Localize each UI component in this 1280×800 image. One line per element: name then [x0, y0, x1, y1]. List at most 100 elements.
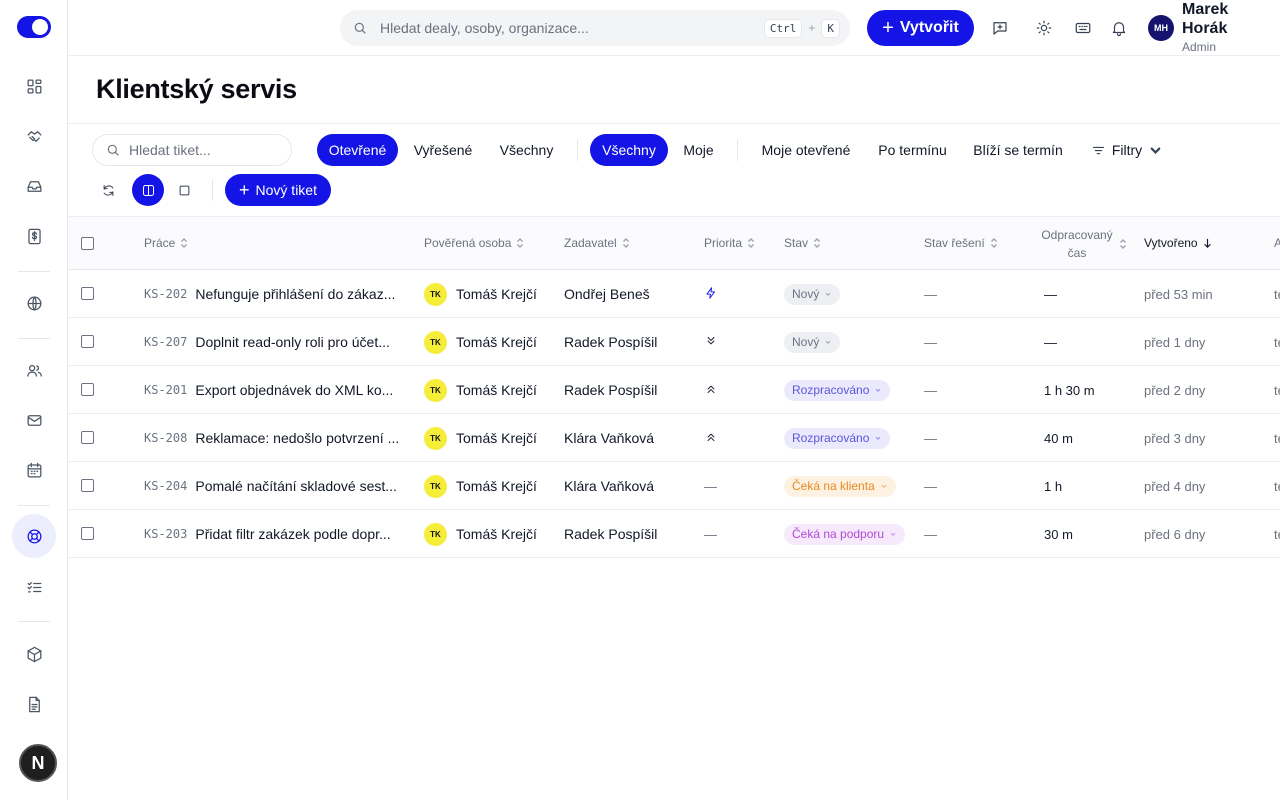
calendar-icon[interactable]: [17, 453, 51, 487]
ticket-title[interactable]: Doplnit read-only roli pro účet...: [195, 334, 401, 350]
assignee-cell[interactable]: TK Tomáš Krejčí: [424, 366, 559, 414]
requester-cell: Radek Pospíšil: [564, 318, 699, 366]
ticket-search-placeholder: Hledat tiket...: [129, 142, 211, 158]
row-checkbox[interactable]: [81, 287, 94, 300]
priority-cell[interactable]: [704, 366, 774, 414]
status-badge[interactable]: Rozpracováno: [784, 427, 891, 449]
tab-status-resolved[interactable]: Vyřešené: [402, 134, 484, 166]
priority-cell[interactable]: [704, 270, 774, 318]
create-button[interactable]: + Vytvořit: [867, 10, 974, 46]
column-header-status[interactable]: Stav: [784, 236, 821, 250]
box-icon[interactable]: [17, 637, 51, 671]
theme-sun-icon[interactable]: [1032, 16, 1056, 40]
document-icon[interactable]: [17, 687, 51, 721]
tab-owner-mine[interactable]: Moje: [672, 134, 725, 166]
priority-cell[interactable]: [704, 414, 774, 462]
ticket-title[interactable]: Pomalé načítání skladové sest...: [195, 478, 401, 494]
bell-icon[interactable]: [1107, 16, 1131, 40]
dashboard-icon[interactable]: [17, 69, 51, 103]
ticket-cell[interactable]: KS-201 Export objednávek do XML ko...: [144, 366, 414, 414]
status-badge[interactable]: Čeká na klienta: [784, 475, 896, 497]
filter-my-open[interactable]: Moje otevřené: [750, 134, 862, 166]
table-row[interactable]: KS-202 Nefunguje přihlášení do zákaz... TK…: [68, 270, 1280, 318]
column-header-extra[interactable]: A: [1274, 236, 1280, 250]
status-badge[interactable]: Rozpracováno: [784, 379, 891, 401]
feedback-icon[interactable]: [988, 16, 1012, 40]
assignee-cell[interactable]: TK Tomáš Krejčí: [424, 270, 559, 318]
column-header-label: Zadavatel: [564, 236, 617, 250]
ticket-title[interactable]: Přidat filtr zakázek podle dopr...: [195, 526, 401, 542]
new-ticket-button[interactable]: + Nový tiket: [225, 174, 331, 206]
ticket-title[interactable]: Export objednávek do XML ko...: [195, 382, 401, 398]
single-view-icon[interactable]: [168, 174, 200, 206]
row-checkbox[interactable]: [81, 383, 94, 396]
filter-due-soon[interactable]: Blíží se termín: [964, 134, 1072, 166]
status-badge[interactable]: Čeká na podporu: [784, 523, 906, 545]
row-checkbox[interactable]: [81, 431, 94, 444]
sidebar-toggle[interactable]: [17, 16, 51, 38]
status-cell[interactable]: Nový: [784, 318, 919, 366]
mail-icon[interactable]: [17, 403, 51, 437]
filters-dropdown[interactable]: Filtry: [1082, 134, 1172, 166]
filter-overdue[interactable]: Po termínu: [868, 134, 957, 166]
user-name[interactable]: Marek Horák: [1182, 0, 1272, 38]
column-header-priority[interactable]: Priorita: [704, 236, 755, 250]
row-checkbox[interactable]: [81, 527, 94, 540]
checklist-icon[interactable]: [17, 570, 51, 604]
status-cell[interactable]: Nový: [784, 270, 919, 318]
avatar[interactable]: MH: [1148, 15, 1174, 41]
status-cell[interactable]: Čeká na podporu: [784, 510, 919, 558]
ticket-title[interactable]: Reklamace: nedošlo potvrzení ...: [195, 430, 401, 446]
ticket-id: KS-208: [144, 431, 188, 445]
priority-cell[interactable]: —: [704, 462, 774, 510]
refresh-icon[interactable]: [92, 174, 124, 206]
ticket-cell[interactable]: KS-202 Nefunguje přihlášení do zákaz...: [144, 270, 414, 318]
created-cell: před 1 dny: [1144, 318, 1264, 366]
column-header-resolution[interactable]: Stav řešení: [924, 236, 998, 250]
tab-status-all[interactable]: Všechny: [488, 134, 565, 166]
column-header-requester[interactable]: Zadavatel: [564, 236, 630, 250]
ticket-title[interactable]: Nefunguje přihlášení do zákaz...: [195, 286, 401, 302]
status-badge[interactable]: Nový: [784, 331, 841, 353]
table-row[interactable]: KS-207 Doplnit read-only roli pro účet...…: [68, 318, 1280, 366]
ticket-cell[interactable]: KS-204 Pomalé načítání skladové sest...: [144, 462, 414, 510]
ticket-search-input[interactable]: Hledat tiket...: [92, 134, 292, 166]
globe-icon[interactable]: [17, 286, 51, 320]
status-badge[interactable]: Nový: [784, 283, 841, 305]
select-all-checkbox[interactable]: [81, 237, 94, 250]
support-icon[interactable]: [12, 514, 56, 558]
dollar-icon[interactable]: [17, 219, 51, 253]
priority-cell[interactable]: —: [704, 510, 774, 558]
ticket-cell[interactable]: KS-203 Přidat filtr zakázek podle dopr...: [144, 510, 414, 558]
table-row[interactable]: KS-201 Export objednávek do XML ko... TK To…: [68, 366, 1280, 414]
assignee-cell[interactable]: TK Tomáš Krejčí: [424, 510, 559, 558]
table-row[interactable]: KS-204 Pomalé načítání skladové sest... TK…: [68, 462, 1280, 510]
split-view-icon[interactable]: [132, 174, 164, 206]
column-header-created[interactable]: Vytvořeno: [1144, 236, 1212, 250]
status-cell[interactable]: Čeká na klienta: [784, 462, 919, 510]
priority-cell[interactable]: [704, 318, 774, 366]
tab-status-open[interactable]: Otevřené: [317, 134, 398, 166]
ticket-cell[interactable]: KS-207 Doplnit read-only roli pro účet...: [144, 318, 414, 366]
assignee-cell[interactable]: TK Tomáš Krejčí: [424, 318, 559, 366]
users-icon[interactable]: [17, 353, 51, 387]
row-checkbox[interactable]: [81, 335, 94, 348]
row-checkbox[interactable]: [81, 479, 94, 492]
workspace-badge[interactable]: N: [19, 744, 57, 782]
column-header-time[interactable]: Odpracovaný čas: [1040, 226, 1132, 262]
tab-owner-all[interactable]: Všechny: [590, 134, 668, 166]
ticket-cell[interactable]: KS-208 Reklamace: nedošlo potvrzení ...: [144, 414, 414, 462]
global-search[interactable]: Hledat dealy, osoby, organizace... Ctrl …: [340, 10, 850, 46]
inbox-icon[interactable]: [17, 169, 51, 203]
table-row[interactable]: KS-203 Přidat filtr zakázek podle dopr...…: [68, 510, 1280, 558]
column-header-work[interactable]: Práce: [144, 236, 188, 250]
column-header-assignee[interactable]: Pověřená osoba: [424, 236, 524, 250]
created-value: před 4 dny: [1144, 478, 1206, 494]
keyboard-icon[interactable]: [1071, 16, 1095, 40]
assignee-cell[interactable]: TK Tomáš Krejčí: [424, 462, 559, 510]
assignee-cell[interactable]: TK Tomáš Krejčí: [424, 414, 559, 462]
status-cell[interactable]: Rozpracováno: [784, 414, 919, 462]
status-cell[interactable]: Rozpracováno: [784, 366, 919, 414]
handshake-icon[interactable]: [17, 119, 51, 153]
table-row[interactable]: KS-208 Reklamace: nedošlo potvrzení ... TK…: [68, 414, 1280, 462]
